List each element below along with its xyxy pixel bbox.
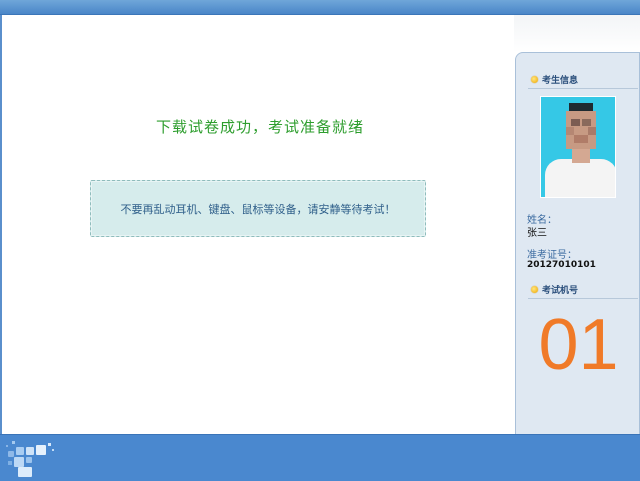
machine-number-title: 考试机号 bbox=[542, 286, 579, 296]
sidebar-top-gap bbox=[514, 15, 640, 53]
notice-text: 不要再乱动耳机、键盘、鼠标等设备，请安静等待考试！ bbox=[120, 202, 396, 216]
ticket-number-label: 准考证号： bbox=[527, 250, 577, 261]
section-divider bbox=[528, 298, 638, 299]
gold-dot-icon bbox=[531, 76, 538, 83]
main-content-area: 下载试卷成功，考试准备就绪 不要再乱动耳机、键盘、鼠标等设备，请安静等待考试！ bbox=[2, 15, 514, 434]
candidate-info-panel: 考生信息 姓名： 张三 准考证号： 20127010101 考试机号 01 bbox=[515, 52, 640, 435]
machine-number: 01 bbox=[538, 305, 619, 385]
section-divider bbox=[528, 88, 638, 89]
ticket-number-value: 20127010101 bbox=[527, 260, 596, 270]
notice-box: 不要再乱动耳机、键盘、鼠标等设备，请安静等待考试！ bbox=[90, 180, 426, 237]
name-value: 张三 bbox=[527, 228, 547, 239]
gold-dot-icon bbox=[531, 286, 538, 293]
top-title-bar bbox=[0, 0, 640, 15]
bottom-bar bbox=[0, 434, 640, 481]
squares-logo-icon bbox=[6, 441, 54, 477]
candidate-info-title: 考生信息 bbox=[542, 76, 579, 86]
candidate-info-header: 考生信息 bbox=[531, 73, 578, 86]
candidate-photo bbox=[540, 96, 616, 198]
machine-number-header: 考试机号 bbox=[531, 283, 578, 296]
exam-ready-status: 下载试卷成功，考试准备就绪 bbox=[155, 118, 364, 136]
